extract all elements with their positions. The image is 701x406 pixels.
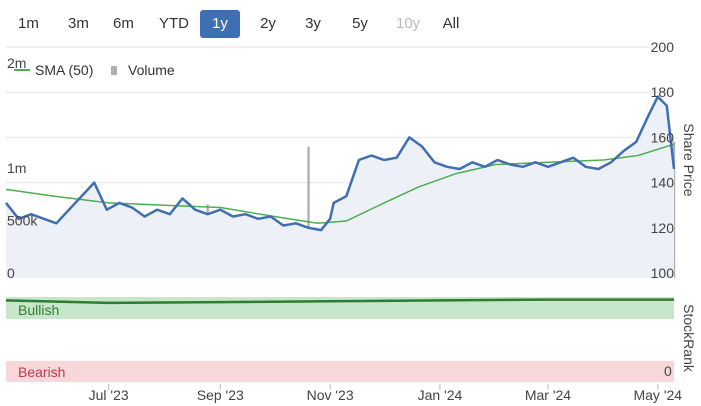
x-tick-label: Nov '23 (307, 387, 354, 403)
x-tick-label: Mar '24 (525, 387, 571, 403)
legend[interactable]: SMA (50) Volume (14, 62, 175, 78)
stockrank-zero-label: 0 (664, 363, 672, 379)
volume-tick-label: 1m (7, 160, 26, 176)
price-tick-label: 140 (651, 175, 675, 191)
x-axis-labels: Jul '23 Sep '23 Nov '23 Jan '24 Mar '24 May '… (89, 384, 682, 403)
stock-chart: 100 120 140 160 180 200 0 500k 1m 2m SMA (50) Vo… (5, 39, 697, 403)
sma-legend-label[interactable]: SMA (50) (35, 62, 93, 78)
x-tick-label: Jul '23 (89, 387, 129, 403)
price-tick-label: 120 (651, 220, 675, 236)
bearish-label: Bearish (18, 364, 65, 380)
price-area-fill (6, 96, 674, 278)
bullish-label: Bullish (18, 302, 59, 318)
bearish-band (6, 361, 674, 382)
stockrank-axis-title: StockRank (681, 304, 697, 373)
price-tick-label: 180 (651, 84, 675, 100)
volume-legend-swatch (111, 66, 117, 75)
x-tick-label: May '24 (633, 387, 682, 403)
volume-legend-label[interactable]: Volume (128, 62, 175, 78)
share-price-axis-title: Share Price (681, 123, 697, 196)
volume-tick-label: 500k (7, 213, 38, 229)
price-tick-label: 160 (651, 129, 675, 145)
x-tick-label: Jan '24 (418, 387, 463, 403)
volume-tick-label: 2m (7, 55, 26, 71)
price-tick-label: 100 (651, 265, 675, 281)
x-tick-label: Sep '23 (197, 387, 244, 403)
price-tick-label: 200 (651, 39, 675, 55)
volume-tick-label: 0 (7, 265, 15, 281)
